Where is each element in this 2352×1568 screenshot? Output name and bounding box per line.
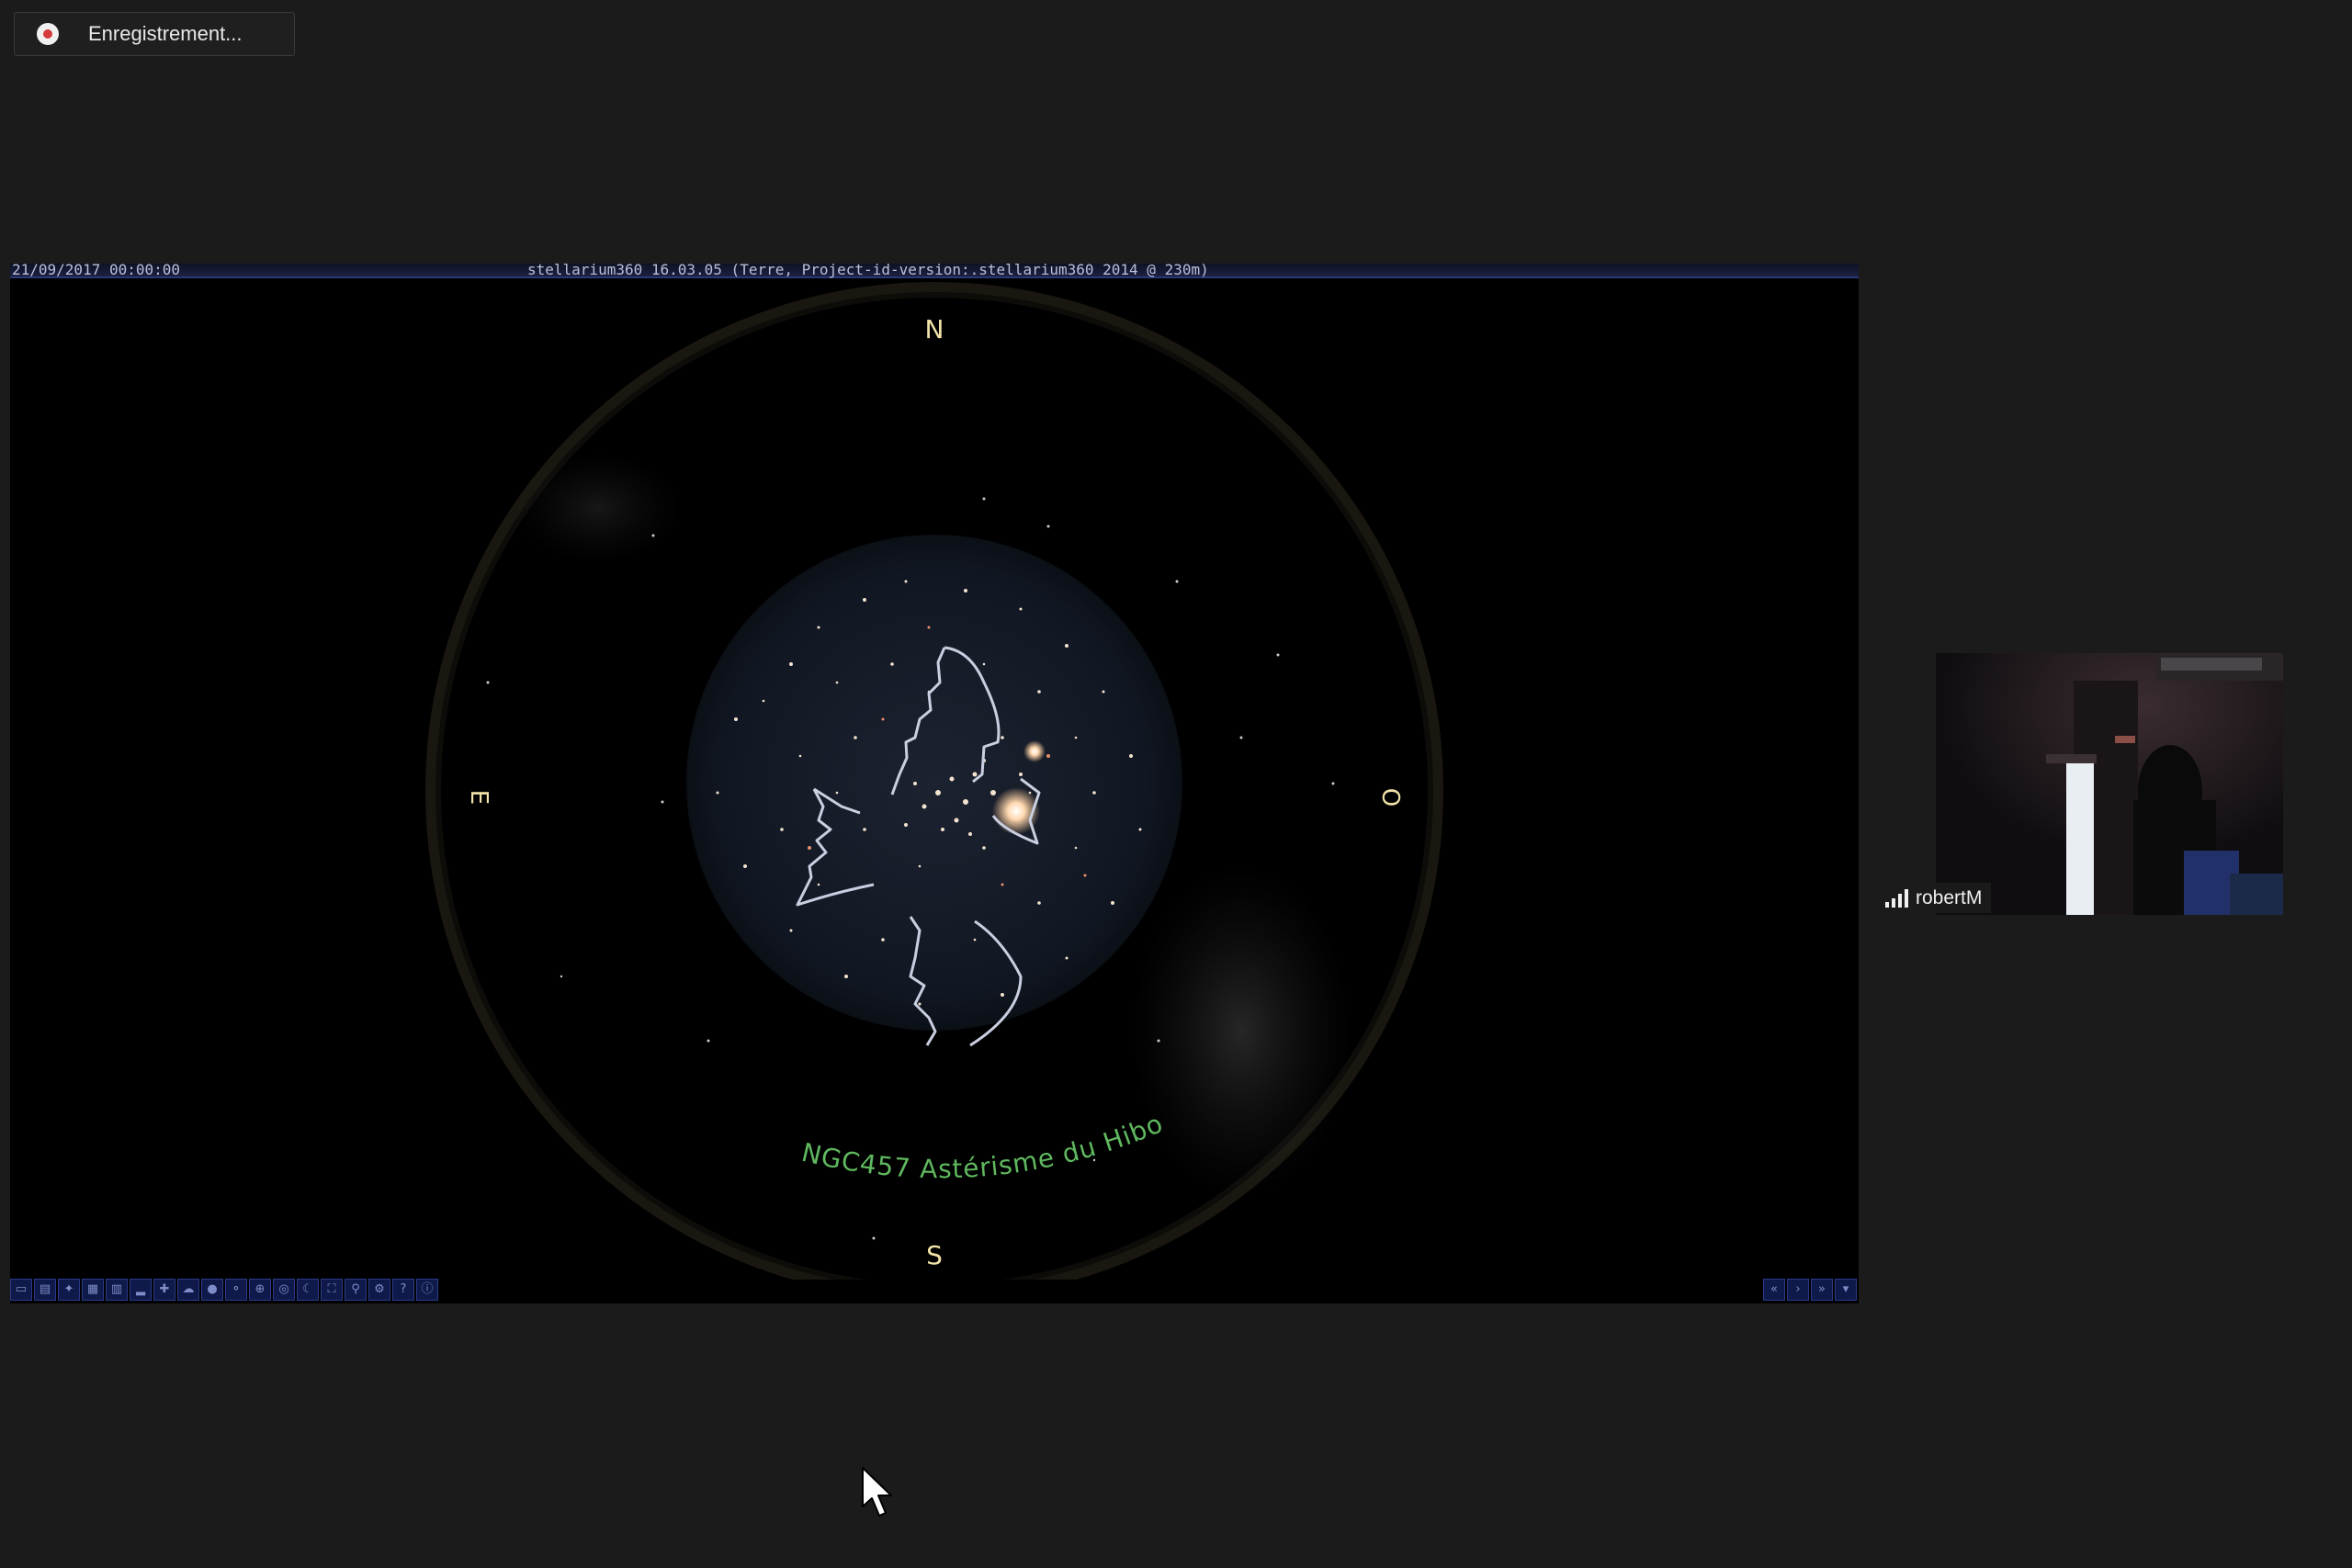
cardinal-south: S: [926, 1240, 943, 1270]
fov-disc: [686, 535, 1182, 1031]
settings-icon[interactable]: ⚙: [368, 1279, 390, 1301]
center-object-icon[interactable]: ◎: [273, 1279, 295, 1301]
stellarium-toolbar-left: ▭ ▤ ✦ ▦ ▥ ▂ ✚ ☁ ● ⚬ ⊕ ◎ ☾ ⛶ ⚲ ⚙? ⓘ: [10, 1279, 438, 1301]
play-icon[interactable]: ›: [1787, 1279, 1809, 1301]
recording-indicator[interactable]: Enregistrement...: [14, 12, 295, 56]
info-icon[interactable]: ⓘ: [416, 1279, 438, 1301]
recording-label: Enregistrement...: [88, 22, 243, 45]
equatorial-grid-icon[interactable]: ▦: [82, 1279, 104, 1301]
app-title: stellarium360 16.03.05 (Terre, Project-i…: [527, 264, 1209, 278]
participant-name-tag: robertM: [1878, 883, 1992, 913]
search-icon[interactable]: ⚲: [345, 1279, 367, 1301]
constellation-lines-icon[interactable]: ▭: [10, 1279, 32, 1301]
cardinal-west: O: [1379, 788, 1407, 807]
planet-labels-icon[interactable]: ⚬: [225, 1279, 247, 1301]
fast-forward-icon[interactable]: »: [1811, 1279, 1833, 1301]
datetime-readout: 21/09/2017 00:00:00: [12, 264, 181, 278]
recording-icon: [37, 23, 59, 45]
shared-screen: 21/09/2017 00:00:00 stellarium360 16.03.…: [10, 264, 1859, 1303]
fullscreen-icon[interactable]: ⛶: [321, 1279, 343, 1301]
cardinal-points-icon[interactable]: ✚: [153, 1279, 175, 1301]
constellation-art-icon[interactable]: ✦: [58, 1279, 80, 1301]
azimuthal-grid-icon[interactable]: ▥: [106, 1279, 128, 1301]
rewind-icon[interactable]: «: [1763, 1279, 1785, 1301]
milky-way: [1131, 866, 1351, 1197]
equatorial-mount-icon[interactable]: ⊕: [249, 1279, 271, 1301]
cardinal-east: E: [465, 790, 492, 805]
mouse-cursor-icon: [862, 1467, 892, 1517]
stellarium-toolbar-right: «›» ▾: [1763, 1279, 1857, 1301]
ground-icon[interactable]: ▂: [130, 1279, 152, 1301]
signal-strength-icon: [1885, 888, 1908, 908]
help-icon[interactable]: ?: [392, 1279, 414, 1301]
stellarium-titlebar: 21/09/2017 00:00:00 stellarium360 16.03.…: [10, 264, 1859, 278]
cardinal-north: N: [925, 314, 944, 344]
atmosphere-icon[interactable]: ☁: [177, 1279, 199, 1301]
webcam-feed: [1936, 653, 2283, 915]
sky-view[interactable]: N S E O NGC457 Astérisme du Hibou: [10, 278, 1859, 1280]
nebula-icon[interactable]: ●: [201, 1279, 223, 1301]
participant-video[interactable]: [1936, 653, 2283, 915]
constellation-labels-icon[interactable]: ▤: [34, 1279, 56, 1301]
menu-icon[interactable]: ▾: [1835, 1279, 1857, 1301]
night-mode-icon[interactable]: ☾: [297, 1279, 319, 1301]
participant-name: robertM: [1916, 886, 1983, 908]
